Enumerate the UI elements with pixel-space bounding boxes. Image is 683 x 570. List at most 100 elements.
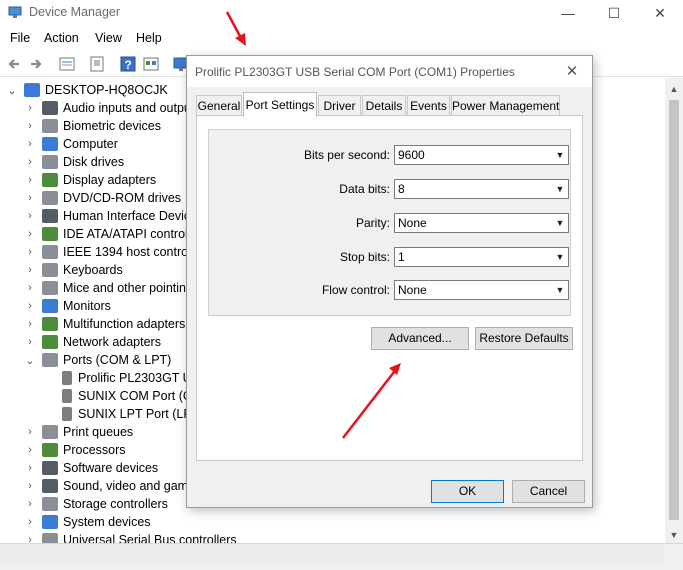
tree-item-label: Universal Serial Bus controllers [63, 533, 237, 543]
maximize-button[interactable]: ☐ [594, 2, 634, 24]
tree-item-dvd-drives[interactable]: › DVD/CD-ROM drives [24, 189, 181, 207]
cancel-button[interactable]: Cancel [512, 480, 585, 503]
dropdown-arrow-icon[interactable]: ▼ [552, 214, 568, 232]
chevron-right-icon[interactable]: › [24, 138, 36, 150]
menu-help[interactable]: Help [136, 31, 162, 45]
tree-item-biometric[interactable]: › Biometric devices [24, 117, 161, 135]
data-bits-select[interactable]: 8 ▼ [394, 179, 569, 199]
stop-bits-select[interactable]: 1 ▼ [394, 247, 569, 267]
tree-item-computer[interactable]: › Computer [24, 135, 118, 153]
tree-item-hid[interactable]: › Human Interface Devic [24, 207, 190, 225]
chevron-right-icon[interactable]: › [24, 534, 36, 543]
chevron-right-icon[interactable]: › [24, 192, 36, 204]
horizontal-scrollbar[interactable] [0, 544, 665, 564]
chevron-right-icon[interactable]: › [24, 228, 36, 240]
tab-port-settings[interactable]: Port Settings [243, 92, 317, 117]
tree-item-usb[interactable]: › Universal Serial Bus controllers [24, 531, 237, 543]
chevron-right-icon[interactable]: › [24, 246, 36, 258]
tab-general[interactable]: General [196, 95, 242, 116]
forward-arrow-icon[interactable] [27, 55, 45, 73]
tree-item-storage[interactable]: › Storage controllers [24, 495, 168, 513]
tab-events[interactable]: Events [407, 95, 450, 116]
chevron-right-icon[interactable]: › [24, 444, 36, 456]
chevron-right-icon[interactable]: › [24, 318, 36, 330]
tree-item-label: Biometric devices [63, 119, 161, 133]
tab-details[interactable]: Details [362, 95, 406, 116]
dropdown-arrow-icon[interactable]: ▼ [552, 180, 568, 198]
serial-port-icon [62, 389, 72, 403]
chevron-right-icon[interactable]: › [24, 336, 36, 348]
chevron-down-icon[interactable]: ⌄ [24, 354, 36, 367]
tree-item-audio[interactable]: › Audio inputs and outpu [24, 99, 191, 117]
tree-item-software-devices[interactable]: › Software devices [24, 459, 158, 477]
chevron-right-icon[interactable]: › [24, 480, 36, 492]
show-hidden-icon[interactable] [88, 55, 106, 73]
tree-item-sound[interactable]: › Sound, video and game [24, 477, 195, 495]
tree-item-system-devices[interactable]: › System devices [24, 513, 151, 531]
tree-item-label: Disk drives [63, 155, 125, 169]
chevron-right-icon[interactable]: › [24, 426, 36, 438]
chevron-right-icon[interactable]: › [24, 102, 36, 114]
chevron-right-icon[interactable]: › [24, 156, 36, 168]
tree-root[interactable]: ⌄ DESKTOP-HQ8OCJK [6, 81, 168, 99]
tree-item-monitors[interactable]: › Monitors [24, 297, 111, 315]
bits-per-second-label: Bits per second: [303, 148, 390, 162]
tree-item-port-sunix-com[interactable]: SUNIX COM Port (C [56, 387, 192, 405]
tree-item-print-queues[interactable]: › Print queues [24, 423, 133, 441]
chevron-right-icon[interactable]: › [24, 264, 36, 276]
properties-icon[interactable] [58, 55, 76, 73]
tree-item-ide[interactable]: › IDE ATA/ATAPI controlle [24, 225, 198, 243]
chevron-right-icon[interactable]: › [24, 498, 36, 510]
scroll-up-icon[interactable]: ▲ [665, 81, 683, 98]
advanced-button[interactable]: Advanced... [371, 327, 469, 350]
tree-item-keyboards[interactable]: › Keyboards [24, 261, 123, 279]
chevron-right-icon[interactable]: › [24, 516, 36, 528]
device-view-icon[interactable] [142, 55, 160, 73]
close-window-button[interactable]: ✕ [640, 2, 680, 24]
chevron-right-icon[interactable]: › [24, 120, 36, 132]
tree-item-disk-drives[interactable]: › Disk drives [24, 153, 124, 171]
parity-select[interactable]: None ▼ [394, 213, 569, 233]
chevron-down-icon[interactable]: ⌄ [6, 84, 18, 97]
menu-file[interactable]: File [10, 31, 30, 45]
tree-item-ports[interactable]: ⌄ Ports (COM & LPT) [24, 351, 171, 369]
ok-button[interactable]: OK [431, 480, 504, 503]
chevron-right-icon[interactable]: › [24, 300, 36, 312]
ieee1394-icon [42, 245, 58, 259]
flow-control-select[interactable]: None ▼ [394, 280, 569, 300]
parallel-port-icon [62, 407, 72, 421]
dropdown-arrow-icon[interactable]: ▼ [552, 248, 568, 266]
vertical-scrollbar[interactable]: ▲ ▼ [665, 78, 683, 543]
tree-item-mice[interactable]: › Mice and other pointin [24, 279, 186, 297]
hid-icon [42, 209, 58, 223]
scroll-down-icon[interactable]: ▼ [665, 527, 683, 544]
back-arrow-icon[interactable] [5, 55, 23, 73]
menu-action[interactable]: Action [44, 31, 79, 45]
chevron-right-icon[interactable]: › [24, 282, 36, 294]
tab-power-management[interactable]: Power Management [451, 95, 560, 116]
chevron-right-icon[interactable]: › [24, 174, 36, 186]
printer-icon [42, 425, 58, 439]
tree-item-multifunction[interactable]: › Multifunction adapters [24, 315, 185, 333]
chevron-right-icon[interactable]: › [24, 210, 36, 222]
stop-bits-value: 1 [398, 250, 405, 264]
tree-item-ieee1394[interactable]: › IEEE 1394 host controlle [24, 243, 201, 261]
tree-item-display-adapters[interactable]: › Display adapters [24, 171, 156, 189]
dropdown-arrow-icon[interactable]: ▼ [552, 146, 568, 164]
chevron-right-icon[interactable]: › [24, 462, 36, 474]
tree-item-port-sunix-lpt[interactable]: SUNIX LPT Port (LPT [56, 405, 199, 423]
tree-item-processors[interactable]: › Processors [24, 441, 126, 459]
port-icon [42, 353, 58, 367]
scrollbar-thumb[interactable] [669, 100, 679, 520]
restore-defaults-button[interactable]: Restore Defaults [475, 327, 573, 350]
menu-view[interactable]: View [95, 31, 122, 45]
dialog-close-button[interactable]: ✕ [561, 61, 583, 83]
tree-item-network[interactable]: › Network adapters [24, 333, 161, 351]
dropdown-arrow-icon[interactable]: ▼ [552, 281, 568, 299]
bits-per-second-select[interactable]: 9600 ▼ [394, 145, 569, 165]
tree-item-port-prolific[interactable]: Prolific PL2303GT U [56, 369, 192, 387]
tab-driver[interactable]: Driver [318, 95, 361, 116]
help-icon[interactable]: ? [119, 55, 137, 73]
minimize-button[interactable]: — [548, 2, 588, 24]
status-bar [0, 543, 683, 570]
